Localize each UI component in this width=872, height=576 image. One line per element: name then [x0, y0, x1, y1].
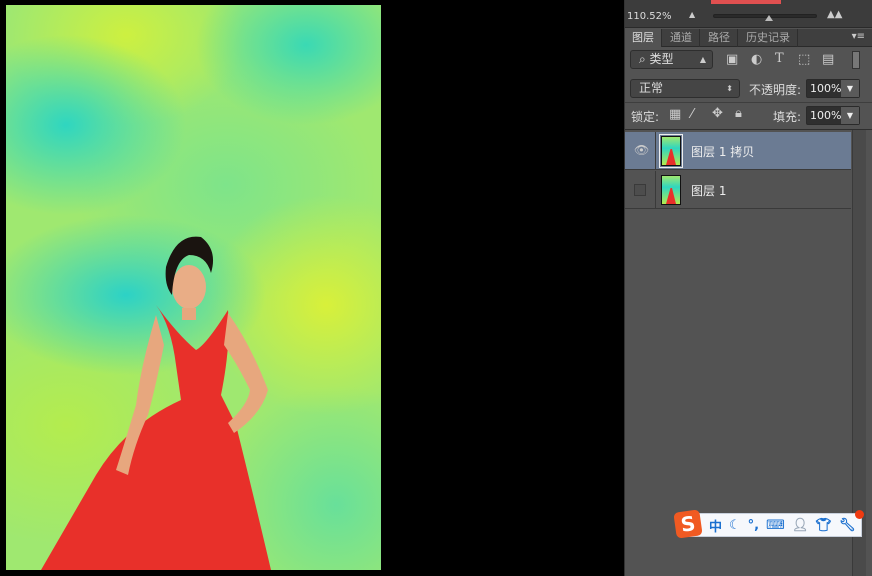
- woman-in-red-dress-image: [41, 236, 271, 570]
- keyboard-icon[interactable]: ⌨: [766, 518, 785, 533]
- navigator-proxy-preview[interactable]: [711, 0, 781, 4]
- filter-kind-value: 类型: [649, 52, 674, 66]
- zoom-level-input[interactable]: 110.52%: [627, 11, 672, 22]
- eye-icon[interactable]: 👁︎: [634, 143, 649, 157]
- type-layer-filter-icon[interactable]: T: [775, 51, 784, 66]
- layer-row-layer-1-copy[interactable]: 👁︎ 图层 1 拷贝: [625, 132, 851, 170]
- visibility-toggle[interactable]: 👁︎: [625, 132, 656, 170]
- zoom-slider-thumb[interactable]: [765, 15, 773, 21]
- panel-menu-icon[interactable]: ▾≡: [852, 31, 865, 42]
- lock-label: 锁定:: [631, 110, 660, 124]
- opacity-value: 100%: [810, 82, 842, 95]
- layer-row-layer-1[interactable]: 图层 1: [625, 171, 851, 209]
- layer-name[interactable]: 图层 1: [691, 182, 726, 199]
- opacity-label: 不透明度:: [749, 83, 802, 97]
- shape-layer-filter-icon[interactable]: ⬚: [798, 52, 810, 67]
- chinese-mode-toggle[interactable]: 中: [709, 516, 722, 535]
- opacity-input[interactable]: 100% ▼: [806, 79, 860, 98]
- search-icon: ⌕: [639, 52, 650, 66]
- visibility-off-box[interactable]: [634, 184, 646, 196]
- notification-dot: [855, 510, 864, 519]
- lock-all-icon[interactable]: 🔒︎: [735, 106, 742, 121]
- layer-thumbnail: [661, 175, 681, 205]
- tab-history[interactable]: 历史记录: [739, 29, 798, 47]
- ime-toolbar: S 中 ☾ °, ⌨ 👤︎ 👕︎ 🔧︎: [673, 509, 864, 539]
- chevron-down-icon[interactable]: ▼: [841, 107, 859, 124]
- lock-position-move-icon[interactable]: ✥: [712, 106, 723, 121]
- fill-input[interactable]: 100% ▼: [806, 106, 860, 125]
- fill-label: 填充:: [773, 110, 802, 124]
- visibility-toggle[interactable]: [625, 171, 656, 209]
- blend-mode-value: 正常: [639, 81, 664, 95]
- navigator-zoom-row: 110.52% ▲ ▲▲: [625, 8, 872, 28]
- layer-thumbnail: [659, 134, 683, 168]
- smart-object-filter-icon[interactable]: ▤: [822, 52, 834, 67]
- panel-tabs: 图层 通道 路径 历史记录 ▾≡: [625, 29, 872, 47]
- document-canvas[interactable]: [6, 5, 381, 570]
- lock-image-pixels-brush-icon[interactable]: ⁄: [691, 107, 693, 122]
- user-account-icon[interactable]: 👤︎: [792, 518, 809, 533]
- chevron-down-icon[interactable]: ▼: [841, 80, 859, 97]
- layers-panel: 110.52% ▲ ▲▲ 图层 通道 路径 历史记录 ▾≡ ⌕ 类型 ▲ ▣ ◐ …: [624, 0, 872, 576]
- updown-arrow-icon: ⬍: [726, 84, 733, 93]
- updown-arrow-icon: ▲: [699, 55, 706, 64]
- adjustment-layer-filter-icon[interactable]: ◐: [751, 52, 762, 67]
- tab-paths[interactable]: 路径: [701, 29, 738, 47]
- punctuation-toggle[interactable]: °,: [748, 518, 759, 533]
- zoom-out-icon[interactable]: ▲: [689, 10, 695, 19]
- lock-transparent-pixels-icon[interactable]: ▦: [669, 107, 681, 122]
- tab-layers[interactable]: 图层: [625, 29, 662, 47]
- fill-value: 100%: [810, 109, 842, 122]
- tools-wrench-icon[interactable]: 🔧︎: [839, 518, 856, 533]
- layer-name[interactable]: 图层 1 拷贝: [691, 143, 754, 160]
- blend-mode-select[interactable]: 正常 ⬍: [630, 79, 740, 98]
- pixel-layer-filter-icon[interactable]: ▣: [726, 52, 738, 67]
- skin-shirt-icon[interactable]: 👕︎: [815, 518, 832, 533]
- filter-toggle-switch[interactable]: [852, 51, 860, 69]
- zoom-in-icon[interactable]: ▲▲: [827, 9, 842, 20]
- filter-kind-select[interactable]: ⌕ 类型 ▲: [630, 50, 713, 69]
- tab-channels[interactable]: 通道: [663, 29, 700, 47]
- half-width-moon-icon[interactable]: ☾: [729, 518, 741, 533]
- sogou-logo[interactable]: S: [673, 509, 703, 539]
